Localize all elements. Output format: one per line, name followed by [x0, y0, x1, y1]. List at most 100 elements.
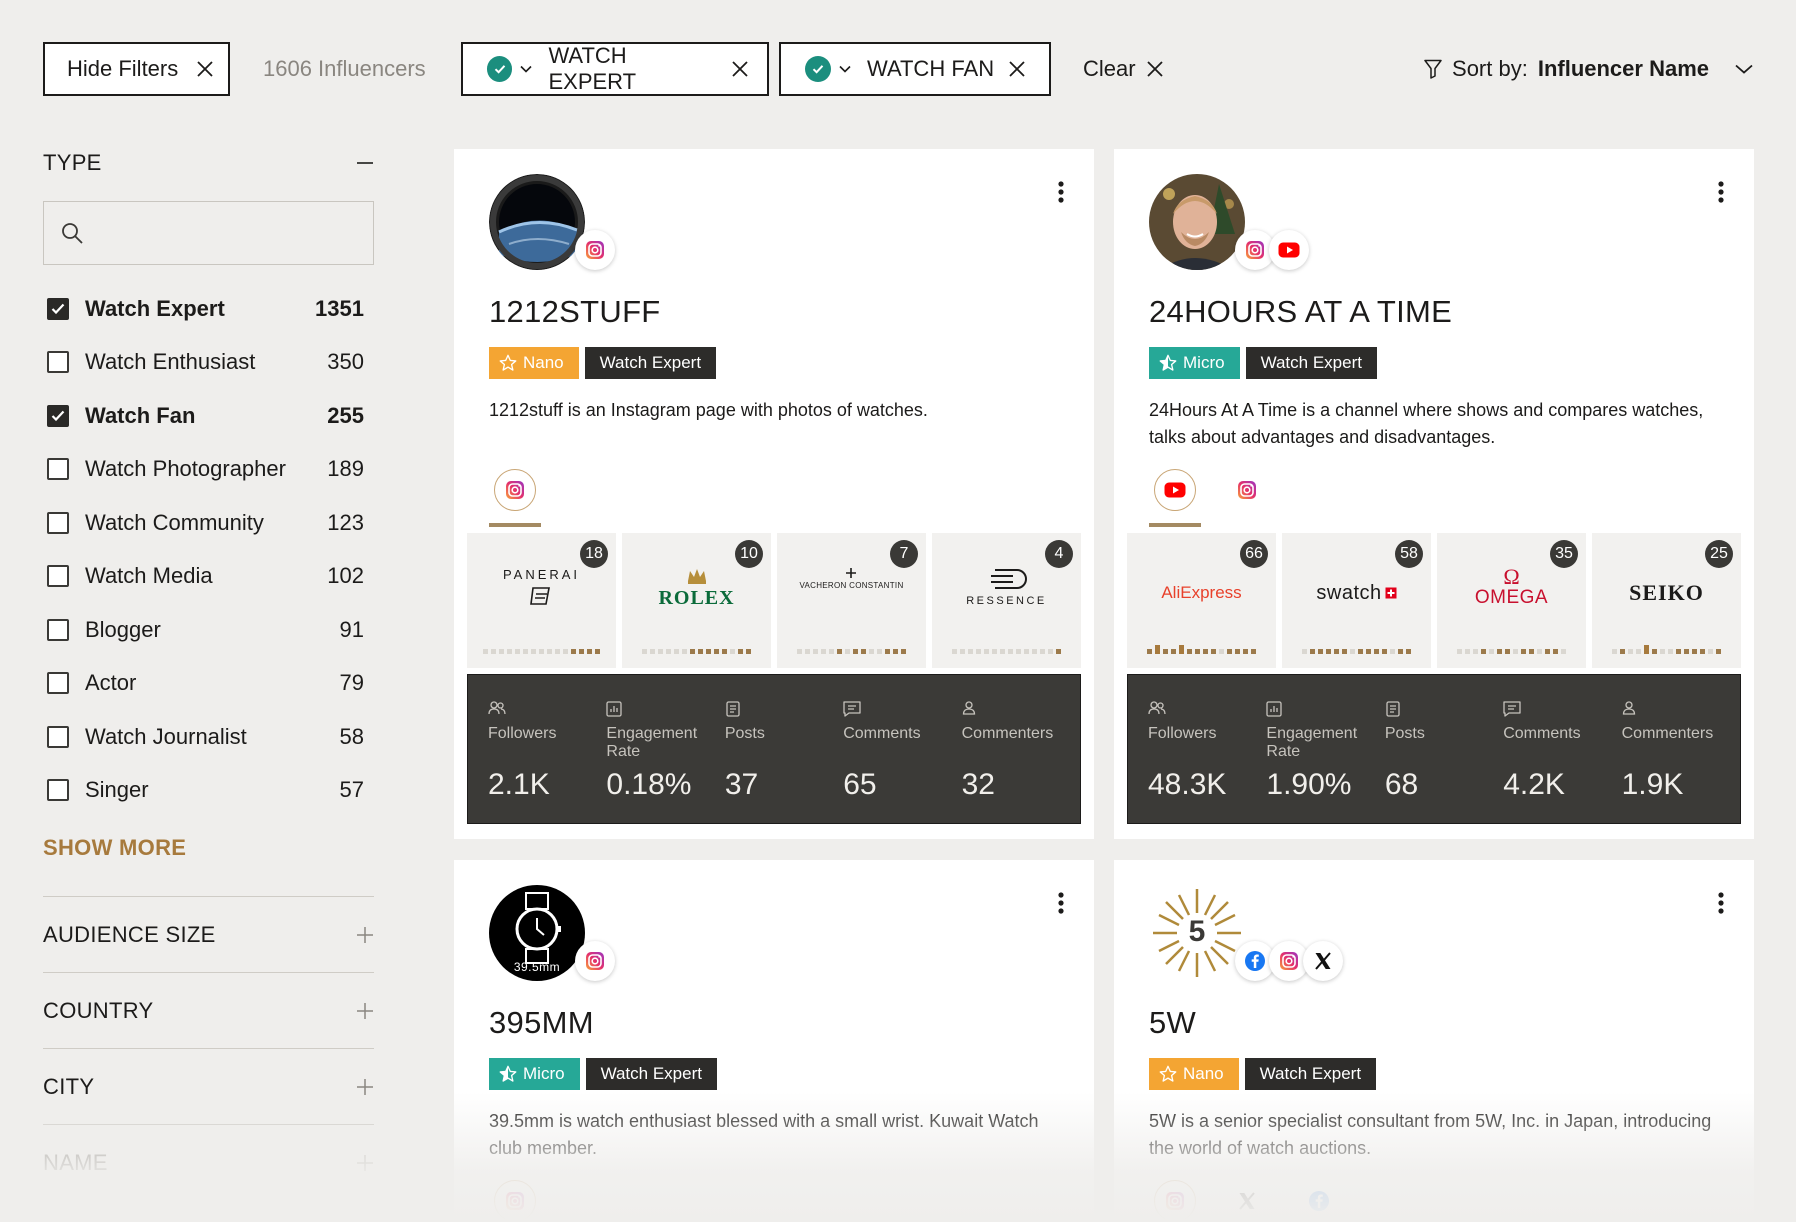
star-half-icon	[1159, 354, 1177, 372]
influencer-card[interactable]: 5 5W Nano Watch Expert 5W is a senior sp…	[1114, 860, 1754, 1222]
brand-tile[interactable]: 58 swatch	[1282, 533, 1431, 668]
type-option-count: 189	[327, 456, 364, 482]
checkbox[interactable]	[47, 458, 69, 481]
document-icon	[1385, 701, 1503, 717]
filter-chip-watch-fan[interactable]: WATCH FAN	[779, 42, 1051, 96]
card-tags: Micro Watch Expert	[489, 1058, 717, 1090]
brand-tile[interactable]: 18 PANERAI	[467, 533, 616, 668]
stat-value: 1.9K	[1621, 768, 1684, 801]
avatar[interactable]	[489, 174, 585, 270]
checkbox[interactable]	[47, 725, 69, 748]
more-vertical-icon[interactable]	[1718, 181, 1724, 203]
influencer-card[interactable]: 39.5mm 395MM Micro Watch Expert 39.5mm i…	[454, 860, 1094, 1222]
type-option-watch-expert[interactable]: Watch Expert 1351	[43, 282, 374, 336]
user-icon	[962, 701, 1080, 717]
type-option-watch-media[interactable]: Watch Media 102	[43, 550, 374, 604]
audience-size-section[interactable]: AUDIENCE SIZE	[43, 896, 374, 972]
minus-icon[interactable]	[356, 161, 374, 165]
stat-engagement: Engagement Rate 1.90%	[1266, 675, 1384, 823]
tab-facebook[interactable]	[1293, 1180, 1345, 1222]
star-icon	[1159, 1065, 1177, 1083]
close-icon[interactable]	[1008, 60, 1026, 78]
tab-youtube[interactable]	[1149, 469, 1201, 527]
show-more-link[interactable]: SHOW MORE	[43, 835, 374, 861]
star-half-icon	[499, 1065, 517, 1083]
checkbox[interactable]	[47, 779, 69, 802]
checkbox[interactable]	[47, 672, 69, 695]
stat-label: Commenters	[961, 725, 1054, 742]
type-search-input[interactable]	[43, 201, 374, 265]
influencer-name[interactable]: 24HOURS AT A TIME	[1149, 294, 1452, 330]
close-icon[interactable]	[731, 60, 749, 78]
brand-tile[interactable]: 10 ROLEX	[622, 533, 771, 668]
influencer-name[interactable]: 5W	[1149, 1005, 1196, 1041]
checkbox[interactable]	[47, 618, 69, 641]
mention-timeline	[942, 640, 1071, 654]
instagram-icon	[575, 230, 615, 270]
influencer-name[interactable]: 395MM	[489, 1005, 594, 1041]
city-section[interactable]: CITY	[43, 1048, 374, 1124]
clear-filters-button[interactable]: Clear	[1083, 56, 1164, 82]
type-option-watch-photographer[interactable]: Watch Photographer 189	[43, 443, 374, 497]
stat-posts: Posts 37	[725, 675, 843, 823]
influencer-description: 1212stuff is an Instagram page with phot…	[489, 400, 928, 420]
name-section[interactable]: NAME	[43, 1124, 374, 1200]
avatar[interactable]: 39.5mm	[489, 885, 585, 981]
tab-instagram[interactable]	[489, 469, 541, 527]
brand-tile[interactable]: 7 VACHERON CONSTANTIN	[777, 533, 926, 668]
influencer-description: 24Hours At A Time is a channel where sho…	[1149, 400, 1704, 447]
mention-timeline	[1292, 640, 1421, 654]
instagram-icon	[1154, 1180, 1196, 1222]
tab-instagram[interactable]	[489, 1180, 541, 1222]
brand-tile[interactable]: 35 Ω OMEGA	[1437, 533, 1586, 668]
checkbox-checked[interactable]	[47, 297, 69, 320]
checkbox[interactable]	[47, 511, 69, 534]
type-option-watch-journalist[interactable]: Watch Journalist 58	[43, 710, 374, 764]
instagram-icon	[494, 1180, 536, 1222]
stat-value: 65	[843, 768, 877, 801]
type-option-actor[interactable]: Actor 79	[43, 657, 374, 711]
influencer-card[interactable]: 1212STUFF Nano Watch Expert 1212stuff is…	[454, 149, 1094, 839]
hide-filters-button[interactable]: Hide Filters	[43, 42, 230, 96]
card-tags: Nano Watch Expert	[489, 347, 717, 379]
brand-name: RESSENCE	[966, 595, 1047, 607]
stat-label: Engagement Rate	[1266, 725, 1358, 760]
type-option-singer[interactable]: Singer 57	[43, 764, 374, 818]
type-option-watch-enthusiast[interactable]: Watch Enthusiast 350	[43, 336, 374, 390]
type-option-count: 91	[339, 616, 364, 642]
avatar[interactable]	[1149, 174, 1245, 270]
stat-value: 1.90%	[1266, 768, 1352, 801]
type-option-watch-fan[interactable]: Watch Fan 255	[43, 389, 374, 443]
brand-name: PANERAI	[502, 567, 581, 582]
chevron-down-icon[interactable]	[839, 65, 851, 73]
tab-instagram[interactable]	[1221, 469, 1273, 527]
filter-chip-watch-expert[interactable]: WATCH EXPERT	[461, 42, 769, 96]
checkbox[interactable]	[47, 565, 69, 588]
tab-x[interactable]	[1221, 1180, 1273, 1222]
influencer-name[interactable]: 1212STUFF	[489, 294, 661, 330]
country-section[interactable]: COUNTRY	[43, 972, 374, 1048]
more-vertical-icon[interactable]	[1058, 181, 1064, 203]
brand-tile[interactable]: 25 SEIKO	[1592, 533, 1741, 668]
type-section-header[interactable]: TYPE	[43, 150, 374, 176]
brand-tile[interactable]: 4 RESSENCE	[932, 533, 1081, 668]
brand-logo: swatch	[1316, 567, 1397, 619]
type-badge: Watch Expert	[585, 1058, 717, 1090]
influencer-card[interactable]: 24HOURS AT A TIME Micro Watch Expert 24H…	[1114, 149, 1754, 839]
type-option-count: 57	[339, 777, 364, 803]
chevron-down-icon[interactable]	[520, 65, 533, 73]
type-option-watch-community[interactable]: Watch Community 123	[43, 496, 374, 550]
more-vertical-icon[interactable]	[1058, 892, 1064, 914]
avatar[interactable]: 5	[1149, 885, 1245, 981]
sort-dropdown[interactable]: Sort by: Influencer Name	[1424, 56, 1753, 82]
tab-instagram[interactable]	[1149, 1180, 1201, 1222]
more-vertical-icon[interactable]	[1718, 892, 1724, 914]
omega-symbol-icon: Ω	[1503, 564, 1520, 589]
mention-timeline	[477, 640, 606, 654]
brand-tile[interactable]: 66 AliExpress	[1127, 533, 1276, 668]
checkbox[interactable]	[47, 351, 69, 374]
checkbox-checked[interactable]	[47, 404, 69, 427]
close-icon	[1146, 60, 1164, 78]
users-icon	[488, 701, 606, 717]
type-option-blogger[interactable]: Blogger 91	[43, 603, 374, 657]
